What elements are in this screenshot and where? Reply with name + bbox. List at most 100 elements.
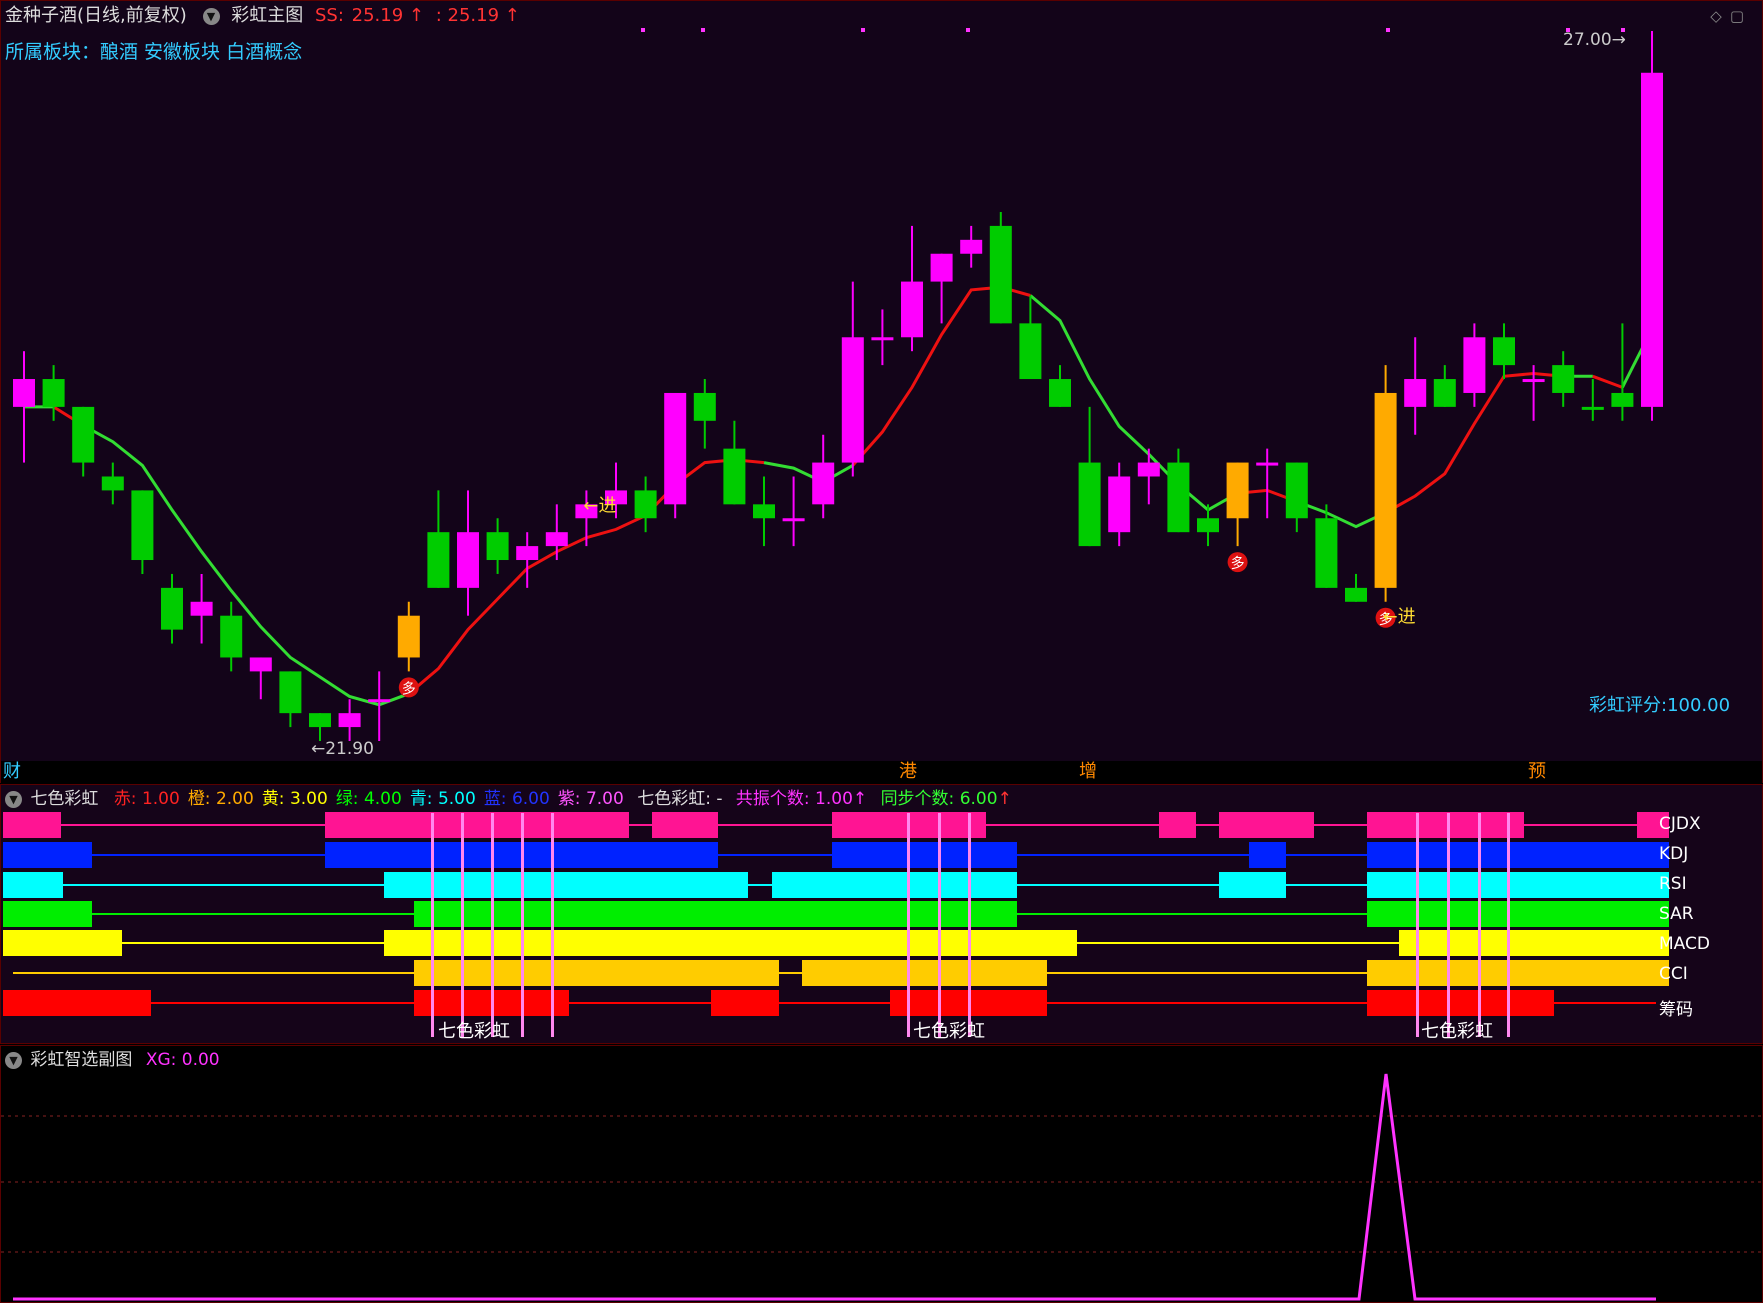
indicator-bar bbox=[772, 872, 1017, 898]
indicator-bar bbox=[1367, 990, 1554, 1016]
rainbow-indicator-panel[interactable]: ▼ 七色彩虹 赤: 1.00 橙: 2.00 黄: 3.00 绿: 4.00 青: 5.… bbox=[0, 784, 1763, 1044]
candle-body bbox=[960, 239, 983, 254]
toggle-icon[interactable]: ▼ bbox=[5, 790, 22, 808]
candle-body bbox=[1078, 462, 1101, 547]
candle-body bbox=[516, 546, 539, 561]
candle-body bbox=[723, 448, 746, 505]
sync-count: 同步个数: 6.00↑ bbox=[880, 789, 1012, 809]
candle-body bbox=[930, 253, 953, 282]
candle-body bbox=[1463, 337, 1486, 393]
indicator-bar bbox=[1367, 842, 1669, 868]
row-label-rsi: RSI bbox=[1659, 874, 1687, 894]
toggle-icon[interactable]: ▼ bbox=[202, 7, 220, 25]
xg-value: 0.00 bbox=[181, 1050, 220, 1070]
candle-body bbox=[1049, 379, 1071, 407]
resonance-count: 共振个数: 1.00↑ bbox=[735, 789, 868, 809]
sub-title[interactable]: 彩虹智选副图 bbox=[30, 1050, 132, 1070]
ss-value: 25.19 bbox=[351, 5, 404, 26]
indicator-name[interactable]: 彩虹主图 bbox=[231, 5, 303, 26]
indicator-bar bbox=[1159, 812, 1196, 838]
candle-body bbox=[1019, 323, 1042, 380]
candle-body bbox=[397, 615, 420, 658]
stock-name[interactable]: 金种子酒(日线,前复权) bbox=[5, 5, 187, 26]
candle-body bbox=[279, 671, 302, 714]
rainbow-label: 七色彩虹: - bbox=[637, 789, 723, 809]
window-icon[interactable]: ▢ bbox=[1730, 7, 1752, 25]
price-chart[interactable]: 多多多←进←进27.00→←21.90 bbox=[1, 1, 1762, 782]
window-controls: ◇▢ bbox=[1710, 7, 1752, 25]
indicator-bar bbox=[1367, 872, 1669, 898]
sync-marker bbox=[461, 813, 464, 1037]
event-mark[interactable]: 预 bbox=[1528, 761, 1546, 783]
event-mark[interactable]: 港 bbox=[899, 761, 917, 783]
sync-marker bbox=[491, 813, 494, 1037]
candle-body bbox=[871, 337, 894, 341]
sub-chart-panel[interactable]: ▼ 彩虹智选副图 XG: 0.00 bbox=[0, 1045, 1763, 1303]
indicator-bar bbox=[384, 872, 748, 898]
row-label-macd: MACD bbox=[1659, 934, 1710, 954]
candle-body bbox=[1641, 72, 1663, 407]
candle-body bbox=[486, 532, 509, 561]
rainbow-bars bbox=[3, 812, 1669, 1037]
candle-body bbox=[1285, 462, 1308, 519]
diamond-icon[interactable]: ◇ bbox=[1710, 7, 1730, 25]
rainbow-marker-label: 七色彩虹 bbox=[1421, 1021, 1493, 1042]
indicator-title[interactable]: 七色彩虹 bbox=[30, 789, 98, 809]
candle-body bbox=[338, 713, 361, 728]
candle-body bbox=[1552, 365, 1575, 393]
second-value: : 25.19 bbox=[435, 5, 500, 26]
candle-body bbox=[1404, 379, 1427, 407]
param-item: 黄: 3.00 bbox=[261, 789, 328, 809]
row-label-chips: 筹码 bbox=[1659, 1000, 1693, 1020]
indicator-bar bbox=[414, 901, 1017, 927]
indicator-bar bbox=[1399, 930, 1669, 956]
candle-body bbox=[545, 532, 568, 547]
indicator-bar bbox=[652, 812, 718, 838]
indicator-bar bbox=[325, 812, 629, 838]
param-item: 青: 5.00 bbox=[409, 789, 476, 809]
indicator-bar bbox=[1367, 812, 1524, 838]
indicator-bar bbox=[1367, 901, 1669, 927]
sync-marker bbox=[907, 813, 910, 1037]
candle-body bbox=[1433, 379, 1456, 407]
param-item: 赤: 1.00 bbox=[113, 789, 180, 809]
candle-body bbox=[190, 601, 213, 616]
candle-body bbox=[427, 532, 450, 588]
sector-list[interactable]: 酿酒 安徽板块 白酒概念 bbox=[100, 41, 302, 63]
indicator-bar bbox=[1367, 960, 1669, 986]
param-item: 橙: 2.00 bbox=[187, 789, 254, 809]
up-arrow-icon: ↑ bbox=[408, 5, 424, 26]
param-item: 绿: 4.00 bbox=[335, 789, 402, 809]
candle-body bbox=[249, 657, 272, 672]
candle-body bbox=[1226, 462, 1249, 519]
sync-marker bbox=[551, 813, 554, 1037]
enter-annotation: ←进 bbox=[583, 495, 616, 516]
main-chart-panel[interactable]: 多多多 ←进 ←进 27.00→ ←21.90 金种子酒(日线,前复权) ▼ 彩虹主图 … bbox=[0, 0, 1763, 783]
row-label-cjdx: CJDX bbox=[1659, 814, 1701, 834]
indicator-bar bbox=[1219, 812, 1314, 838]
indicator-bar bbox=[3, 812, 61, 838]
event-axis: 财 港 增 预 bbox=[1, 761, 1762, 783]
candle-body bbox=[753, 504, 775, 519]
enter-annotation: ←进 bbox=[1383, 607, 1416, 628]
indicator-bar bbox=[1219, 872, 1286, 898]
row-label-kdj: KDJ bbox=[1659, 844, 1689, 864]
candle-body bbox=[1611, 392, 1634, 407]
rainbow-score: 彩虹评分:100.00 bbox=[1589, 695, 1731, 716]
buy-signal-label: 多 bbox=[402, 680, 416, 697]
rainbow-marker-label: 七色彩虹 bbox=[438, 1021, 510, 1042]
low-price-label: ←21.90 bbox=[311, 739, 374, 759]
up-arrow-icon: ↑ bbox=[997, 789, 1012, 809]
event-mark[interactable]: 增 bbox=[1079, 761, 1097, 783]
ma-line bbox=[1592, 374, 1623, 389]
toggle-icon[interactable]: ▼ bbox=[5, 1051, 22, 1069]
candle-body bbox=[901, 281, 923, 338]
row-label-sar: SAR bbox=[1659, 904, 1694, 924]
event-mark[interactable]: 财 bbox=[3, 761, 21, 783]
candle-body bbox=[812, 462, 835, 505]
candle-body bbox=[101, 476, 124, 491]
candle-body bbox=[1137, 462, 1160, 477]
indicator-bar bbox=[711, 990, 779, 1016]
up-arrow-icon: ↑ bbox=[504, 5, 520, 26]
candle-body bbox=[1256, 462, 1279, 466]
